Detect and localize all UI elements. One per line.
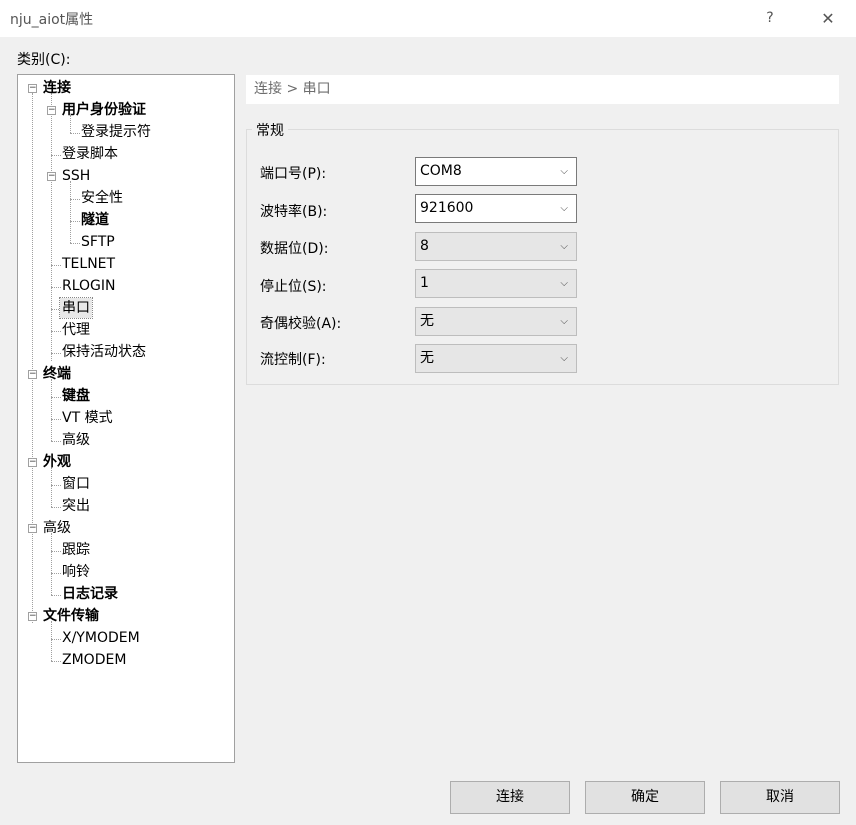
tree-item-appearance[interactable]: 外观 bbox=[41, 452, 73, 472]
port-value: COM8 bbox=[420, 163, 462, 179]
tree-item-connection[interactable]: 连接 bbox=[41, 78, 73, 98]
tree-item-security[interactable]: 安全性 bbox=[79, 188, 125, 208]
tree-item-keep-alive[interactable]: 保持活动状态 bbox=[60, 342, 148, 362]
minus-box-icon[interactable]: − bbox=[28, 458, 37, 467]
chevron-down-icon: ⌵ bbox=[560, 203, 568, 214]
minus-box-icon[interactable]: − bbox=[28, 84, 37, 93]
tree-item-logging[interactable]: 日志记录 bbox=[60, 584, 120, 604]
tree-item-serial[interactable]: 串口 bbox=[59, 297, 93, 319]
flow-control-label: 流控制(F): bbox=[260, 352, 326, 368]
cancel-button[interactable]: 取消 bbox=[720, 781, 840, 814]
tree-line bbox=[51, 379, 52, 441]
close-icon[interactable]: ✕ bbox=[808, 0, 848, 37]
tree-item-authentication[interactable]: 用户身份验证 bbox=[60, 100, 148, 120]
title-bar: nju_aiot属性 ? ✕ bbox=[0, 0, 856, 37]
tree-item-rlogin[interactable]: RLOGIN bbox=[60, 276, 118, 296]
baud-rate-select[interactable]: 921600 ⌵ bbox=[415, 194, 577, 223]
tree-item-tunneling[interactable]: 隧道 bbox=[79, 210, 111, 230]
tree-item-proxy[interactable]: 代理 bbox=[60, 320, 92, 340]
tree-item-file-transfer[interactable]: 文件传输 bbox=[41, 606, 101, 626]
tree-item-vt-mode[interactable]: VT 模式 bbox=[60, 408, 115, 428]
parity-label: 奇偶校验(A): bbox=[260, 316, 342, 332]
tree-line bbox=[70, 181, 71, 243]
baud-rate-label: 波特率(B): bbox=[260, 204, 328, 220]
tree-line bbox=[51, 533, 52, 595]
data-bits-value: 8 bbox=[420, 238, 429, 254]
category-label: 类别(C): bbox=[17, 52, 71, 68]
minus-box-icon[interactable]: − bbox=[47, 172, 56, 181]
tree-item-keyboard[interactable]: 键盘 bbox=[60, 386, 92, 406]
stop-bits-value: 1 bbox=[420, 275, 429, 291]
tree-item-telnet[interactable]: TELNET bbox=[60, 254, 117, 274]
tree-item-window[interactable]: 窗口 bbox=[60, 474, 92, 494]
window-title: nju_aiot属性 bbox=[10, 12, 94, 28]
tree-item-ssh[interactable]: SSH bbox=[60, 166, 92, 186]
tree-item-sftp[interactable]: SFTP bbox=[79, 232, 117, 252]
tree-item-bell[interactable]: 响铃 bbox=[60, 562, 92, 582]
minus-box-icon[interactable]: − bbox=[28, 524, 37, 533]
port-select[interactable]: COM8 ⌵ bbox=[415, 157, 577, 186]
tree-item-terminal-advanced[interactable]: 高级 bbox=[60, 430, 92, 450]
tree-item-highlight[interactable]: 突出 bbox=[60, 496, 92, 516]
data-bits-select[interactable]: 8 ⌵ bbox=[415, 232, 577, 261]
data-bits-label: 数据位(D): bbox=[260, 241, 329, 257]
flow-control-value: 无 bbox=[420, 350, 434, 366]
tree-line bbox=[51, 467, 52, 507]
chevron-down-icon: ⌵ bbox=[560, 241, 568, 252]
tree-line bbox=[51, 621, 52, 661]
help-button[interactable]: ? bbox=[752, 0, 788, 37]
connect-button[interactable]: 连接 bbox=[450, 781, 570, 814]
tree-line bbox=[51, 93, 52, 361]
tree-item-xymodem[interactable]: X/YMODEM bbox=[60, 628, 142, 648]
stop-bits-label: 停止位(S): bbox=[260, 279, 327, 295]
parity-value: 无 bbox=[420, 313, 434, 329]
chevron-down-icon: ⌵ bbox=[560, 316, 568, 327]
chevron-down-icon: ⌵ bbox=[560, 166, 568, 177]
stop-bits-select[interactable]: 1 ⌵ bbox=[415, 269, 577, 298]
group-title: 常规 bbox=[252, 120, 288, 140]
tree-item-login-prompts[interactable]: 登录提示符 bbox=[79, 122, 153, 142]
tree-item-advanced[interactable]: 高级 bbox=[41, 518, 73, 538]
breadcrumb: 连接 > 串口 bbox=[246, 75, 839, 104]
chevron-down-icon: ⌵ bbox=[560, 278, 568, 289]
tree-item-trace[interactable]: 跟踪 bbox=[60, 540, 92, 560]
flow-control-select[interactable]: 无 ⌵ bbox=[415, 344, 577, 373]
minus-box-icon[interactable]: − bbox=[47, 106, 56, 115]
minus-box-icon[interactable]: − bbox=[28, 612, 37, 621]
category-tree[interactable]: − − − − − − − 连接 用户身份验证 登录提示符 登录脚本 SSH 安… bbox=[17, 74, 235, 763]
tree-item-login-script[interactable]: 登录脚本 bbox=[60, 144, 120, 164]
baud-rate-value: 921600 bbox=[420, 200, 474, 216]
parity-select[interactable]: 无 ⌵ bbox=[415, 307, 577, 336]
port-label: 端口号(P): bbox=[260, 166, 327, 182]
tree-line bbox=[32, 93, 33, 623]
tree-item-zmodem[interactable]: ZMODEM bbox=[60, 650, 128, 670]
minus-box-icon[interactable]: − bbox=[28, 370, 37, 379]
ok-button[interactable]: 确定 bbox=[585, 781, 705, 814]
tree-item-terminal[interactable]: 终端 bbox=[41, 364, 73, 384]
chevron-down-icon: ⌵ bbox=[560, 353, 568, 364]
